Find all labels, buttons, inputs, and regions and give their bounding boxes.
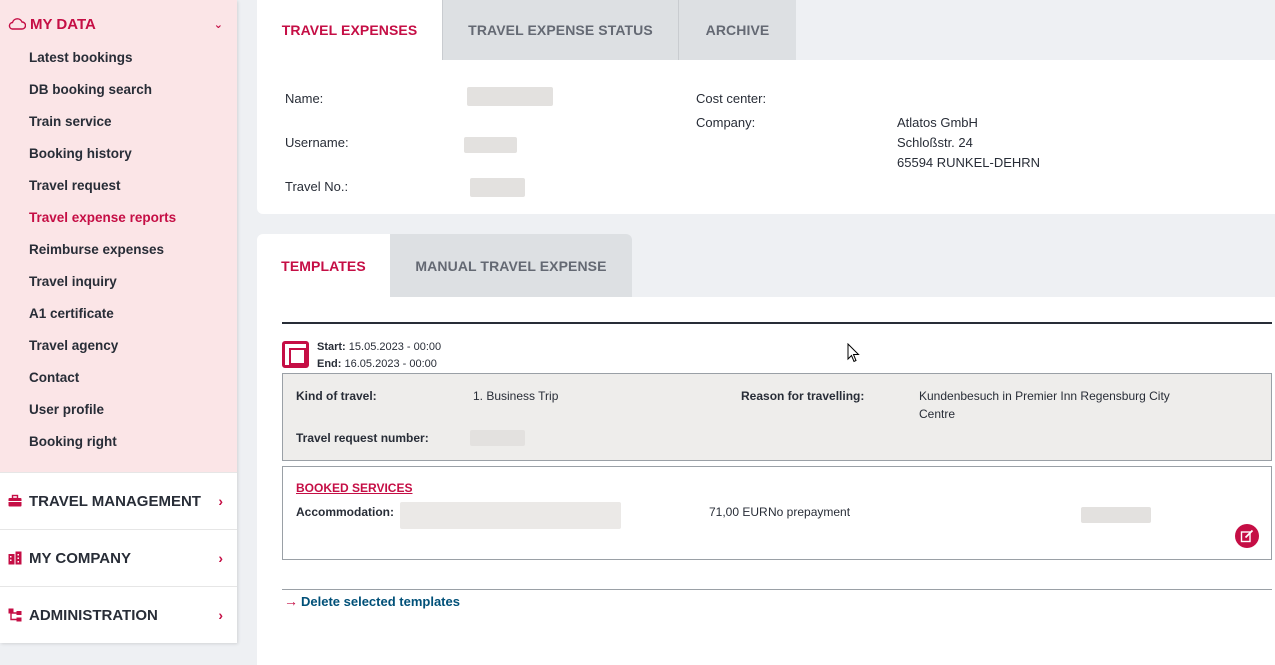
template-select-checkbox[interactable] [282,341,309,368]
templates-panel: Start: 15.05.2023 - 00:00 End: 16.05.202… [257,297,1275,665]
mouse-cursor-icon [847,343,860,363]
my-data-section: MY DATA ⌄ Latest bookings DB booking sea… [0,0,237,472]
template-tabs: TEMPLATES MANUAL TRAVEL EXPENSE [257,234,632,297]
arrow-right-icon: → [284,593,298,609]
sidebar-item-a1-certificate[interactable]: A1 certificate [0,298,237,330]
company-name: Atlatos GmbH [897,115,978,130]
accommodation-label: Accommodation: [296,505,395,519]
start-date: Start: 15.05.2023 - 00:00 [317,341,441,353]
edit-template-button[interactable] [1235,524,1259,548]
sidebar-section-label: ADMINISTRATION [29,606,158,624]
tab-archive[interactable]: ARCHIVE [678,0,796,60]
company-street: Schloßstr. 24 [897,135,973,150]
divider [282,589,1272,590]
end-date: End: 16.05.2023 - 00:00 [317,358,437,370]
reason-label: Reason for travelling: [741,389,865,403]
tab-travel-expenses[interactable]: TRAVEL EXPENSES [257,0,442,60]
chevron-right-icon: › [218,550,223,566]
template-details-box: Kind of travel: 1. Business Trip Reason … [282,373,1272,461]
reason-value-line1: Kundenbesuch in Premier Inn Regensburg C… [919,389,1170,403]
booked-services-box: BOOKED SERVICES Accommodation: 71,00 EUR… [282,466,1272,560]
traveler-info-card: Name: Username: Travel No.: Cost center:… [257,60,1275,214]
chevron-right-icon: › [218,493,223,509]
booked-services-link[interactable]: BOOKED SERVICES [296,481,412,495]
name-label: Name: [285,91,324,106]
end-label: End: [317,358,342,370]
sidebar-item-latest-bookings[interactable]: Latest bookings [0,42,237,74]
sidebar-item-travel-expense-reports[interactable]: Travel expense reports [0,202,237,234]
reason-value-line2: Centre [919,407,956,421]
sidebar-item-travel-agency[interactable]: Travel agency [0,330,237,362]
sidebar-section-travel-management[interactable]: TRAVEL MANAGEMENT › [0,472,237,529]
sidebar-section-my-company[interactable]: MY COMPANY › [0,529,237,586]
sidebar-item-travel-inquiry[interactable]: Travel inquiry [0,266,237,298]
tab-manual-travel-expense[interactable]: MANUAL TRAVEL EXPENSE [390,234,632,297]
accommodation-extra-redacted [1081,507,1151,523]
travel-no-value-redacted [470,178,525,197]
cost-center-label: Cost center: [696,91,767,106]
cloud-icon [8,18,26,30]
briefcase-icon [8,494,22,507]
divider [282,322,1272,324]
sidebar-item-contact[interactable]: Contact [0,362,237,394]
building-icon [8,551,22,565]
sidebar-item-reimburse-expenses[interactable]: Reimburse expenses [0,234,237,266]
sidebar-item-booking-right[interactable]: Booking right [0,426,237,458]
kind-of-travel-value: 1. Business Trip [473,389,559,403]
delete-selected-templates-link[interactable]: → Delete selected templates [284,593,460,609]
accommodation-name-redacted [400,502,621,529]
sidebar-section-administration[interactable]: ADMINISTRATION › [0,586,237,643]
company-label: Company: [696,115,756,130]
username-label: Username: [285,135,349,150]
chevron-down-icon: ⌄ [213,18,223,31]
edit-icon [1240,529,1254,543]
sidebar-item-train-service[interactable]: Train service [0,106,237,138]
top-tabs: TRAVEL EXPENSES TRAVEL EXPENSE STATUS AR… [257,0,796,60]
tab-templates[interactable]: TEMPLATES [257,234,390,297]
start-value: 15.05.2023 - 00:00 [348,341,442,353]
sidebar-section-label: TRAVEL MANAGEMENT [29,492,201,510]
sidebar-item-booking-history[interactable]: Booking history [0,138,237,170]
sidebar: MY DATA ⌄ Latest bookings DB booking sea… [0,0,237,643]
travel-request-number-redacted [470,430,525,446]
sidebar-item-db-booking-search[interactable]: DB booking search [0,74,237,106]
my-data-list: Latest bookings DB booking search Train … [0,42,237,458]
tab-travel-expense-status[interactable]: TRAVEL EXPENSE STATUS [442,0,678,60]
hierarchy-icon [8,608,22,622]
chevron-right-icon: › [218,607,223,623]
start-label: Start: [317,341,346,353]
sidebar-item-user-profile[interactable]: User profile [0,394,237,426]
my-data-label: MY DATA [30,15,96,33]
kind-of-travel-label: Kind of travel: [296,389,377,403]
my-data-toggle[interactable]: MY DATA ⌄ [0,11,237,37]
sidebar-item-travel-request[interactable]: Travel request [0,170,237,202]
name-value-redacted [467,87,553,106]
accommodation-payment: No prepayment [768,505,851,519]
accommodation-price: 71,00 EUR [709,505,768,519]
company-city: 65594 RUNKEL-DEHRN [897,155,1041,170]
sidebar-section-label: MY COMPANY [29,549,131,567]
travel-request-number-label: Travel request number: [296,431,429,445]
username-value-redacted [464,137,517,153]
end-value: 16.05.2023 - 00:00 [344,358,437,370]
delete-selected-templates-label: Delete selected templates [301,593,460,609]
travel-no-label: Travel No.: [285,179,349,194]
